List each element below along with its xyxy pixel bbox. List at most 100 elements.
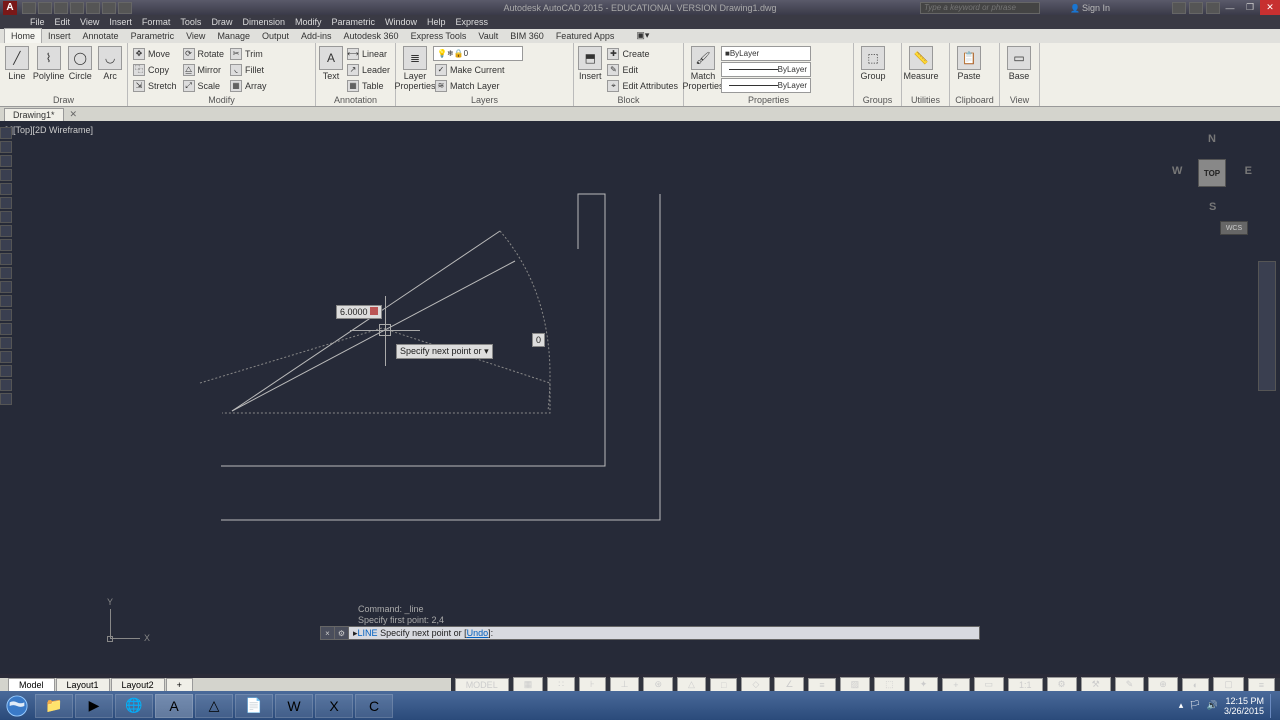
status-dynamic-icon[interactable]: + [942, 678, 969, 692]
tab-autodesk360[interactable]: Autodesk 360 [338, 29, 405, 43]
minimize-button[interactable]: — [1220, 0, 1240, 15]
tray-flag-icon[interactable]: 🏳 [1189, 700, 1200, 711]
layout-layout1[interactable]: Layout1 [56, 678, 110, 692]
menu-parametric[interactable]: Parametric [332, 17, 376, 27]
copy-button[interactable]: ⿻Copy [131, 62, 179, 77]
paste-button[interactable]: 📋Paste [953, 44, 985, 81]
status-lineweight-icon[interactable]: ≡ [808, 678, 835, 692]
edit-block-button[interactable]: ✎Edit [605, 62, 680, 77]
qat-redo[interactable] [118, 2, 132, 14]
taskbar-mediaplayer-icon[interactable]: ▶ [75, 694, 113, 718]
insert-block-button[interactable]: ⬒Insert [577, 44, 603, 81]
rotate-button[interactable]: ⟳Rotate [181, 46, 227, 61]
taskbar-chrome-icon[interactable]: 🌐 [115, 694, 153, 718]
base-view-button[interactable]: ▭Base [1003, 44, 1035, 81]
linear-dim-button[interactable]: ⟷Linear [345, 46, 392, 61]
qat-undo[interactable] [102, 2, 116, 14]
status-isolate-icon[interactable]: ◐ [1182, 678, 1209, 692]
circle-button[interactable]: ◯Circle [66, 44, 94, 81]
menu-tools[interactable]: Tools [180, 17, 201, 27]
stay-connected-icon[interactable] [1189, 2, 1203, 14]
close-button[interactable]: ✕ [1260, 0, 1280, 15]
panel-title-clipboard[interactable]: Clipboard [950, 94, 999, 106]
tab-vault[interactable]: Vault [472, 29, 504, 43]
exchange-icon[interactable] [1172, 2, 1186, 14]
polyline-button[interactable]: ⌇Polyline [33, 44, 65, 81]
text-button[interactable]: AText [319, 44, 343, 81]
wcs-badge[interactable]: WCS [1220, 221, 1248, 235]
viewcube-top-face[interactable]: TOP [1198, 159, 1226, 187]
scale-button[interactable]: ⤢Scale [181, 78, 227, 93]
help-search-input[interactable] [920, 2, 1040, 14]
stretch-button[interactable]: ⇲Stretch [131, 78, 179, 93]
qat-open[interactable] [38, 2, 52, 14]
status-transparency-icon[interactable]: ▨ [840, 677, 871, 692]
status-qprops-icon[interactable]: ▭ [974, 677, 1005, 692]
status-otrack-icon[interactable]: ∠ [774, 677, 804, 692]
sign-in-button[interactable]: Sign In [1070, 3, 1110, 13]
tray-volume-icon[interactable]: 🔊 [1207, 700, 1218, 711]
measure-button[interactable]: 📏Measure [905, 44, 937, 81]
tab-bim360[interactable]: BIM 360 [504, 29, 550, 43]
tab-expresstools[interactable]: Express Tools [405, 29, 473, 43]
tab-addins[interactable]: Add-ins [295, 29, 338, 43]
taskbar-camtasia-icon[interactable]: C [355, 694, 393, 718]
panel-title-modify[interactable]: Modify [128, 94, 315, 106]
array-button[interactable]: ▦Array [228, 78, 269, 93]
tab-home[interactable]: Home [4, 28, 42, 43]
tab-view[interactable]: View [180, 29, 211, 43]
menu-express[interactable]: Express [456, 17, 489, 27]
status-selection-icon[interactable]: ⬚ [874, 677, 905, 692]
qat-saveas[interactable] [70, 2, 84, 14]
status-gizmo-icon[interactable]: ✦ [909, 677, 939, 692]
app-logo[interactable]: A [3, 1, 17, 15]
view-cube[interactable]: TOP N S E W [1172, 133, 1252, 213]
status-cleanscreen-icon[interactable]: ▢ [1213, 677, 1244, 692]
panel-title-block[interactable]: Block [574, 94, 683, 106]
qat-new[interactable] [22, 2, 36, 14]
command-line[interactable]: × ⚙ ▸ LINE Specify next point or [Undo]: [320, 626, 980, 640]
taskbar-word-icon[interactable]: W [275, 694, 313, 718]
panel-title-groups[interactable]: Groups [854, 94, 901, 106]
panel-title-properties[interactable]: Properties [684, 94, 853, 106]
qat-plot[interactable] [86, 2, 100, 14]
ribbon-options-icon[interactable]: ▣▾ [630, 28, 655, 43]
status-annoscale-icon[interactable]: ⚙ [1047, 677, 1077, 692]
menu-help[interactable]: Help [427, 17, 446, 27]
status-model[interactable]: MODEL [455, 678, 509, 692]
drawing-canvas[interactable] [0, 121, 1280, 674]
status-infer-icon[interactable]: ⊦ [579, 677, 606, 692]
status-osnap-icon[interactable]: □ [710, 678, 737, 692]
menu-file[interactable]: File [30, 17, 45, 27]
cmdline-close-icon[interactable]: × [321, 627, 335, 639]
panel-title-annotation[interactable]: Annotation [316, 94, 395, 106]
status-polar-icon[interactable]: ⊛ [643, 677, 673, 692]
tab-annotate[interactable]: Annotate [77, 29, 125, 43]
match-layer-button[interactable]: ≋Match Layer [433, 78, 523, 93]
menu-view[interactable]: View [80, 17, 99, 27]
taskbar-autodesk-icon[interactable]: △ [195, 694, 233, 718]
status-annotation-icon[interactable]: ✎ [1115, 677, 1145, 692]
status-snap-icon[interactable]: ∷ [547, 677, 575, 692]
layer-selector[interactable]: 💡❄🔒 0 [433, 46, 523, 61]
status-ortho-icon[interactable]: ⊥ [610, 677, 640, 692]
status-isoplane-icon[interactable]: △ [677, 677, 706, 692]
layout-layout2[interactable]: Layout2 [111, 678, 165, 692]
status-grid-icon[interactable]: ▦ [513, 677, 544, 692]
start-button[interactable] [0, 691, 34, 720]
show-desktop-button[interactable] [1270, 694, 1276, 718]
dropdown-icon[interactable]: ▾ [484, 346, 489, 356]
status-3dosnap-icon[interactable]: ◇ [741, 677, 770, 692]
panel-title-layers[interactable]: Layers [396, 94, 573, 106]
viewcube-south[interactable]: S [1209, 201, 1216, 213]
menu-draw[interactable]: Draw [211, 17, 232, 27]
menu-dimension[interactable]: Dimension [242, 17, 285, 27]
menu-insert[interactable]: Insert [109, 17, 132, 27]
viewcube-west[interactable]: W [1172, 165, 1182, 177]
taskbar-excel-icon[interactable]: X [315, 694, 353, 718]
dynamic-distance-input[interactable]: 6.0000 [336, 305, 382, 319]
qat-save[interactable] [54, 2, 68, 14]
dynamic-angle-input[interactable]: 0 [532, 333, 545, 347]
taskbar-notepad-icon[interactable]: 📄 [235, 694, 273, 718]
taskbar-autocad-icon[interactable]: A [155, 694, 193, 718]
